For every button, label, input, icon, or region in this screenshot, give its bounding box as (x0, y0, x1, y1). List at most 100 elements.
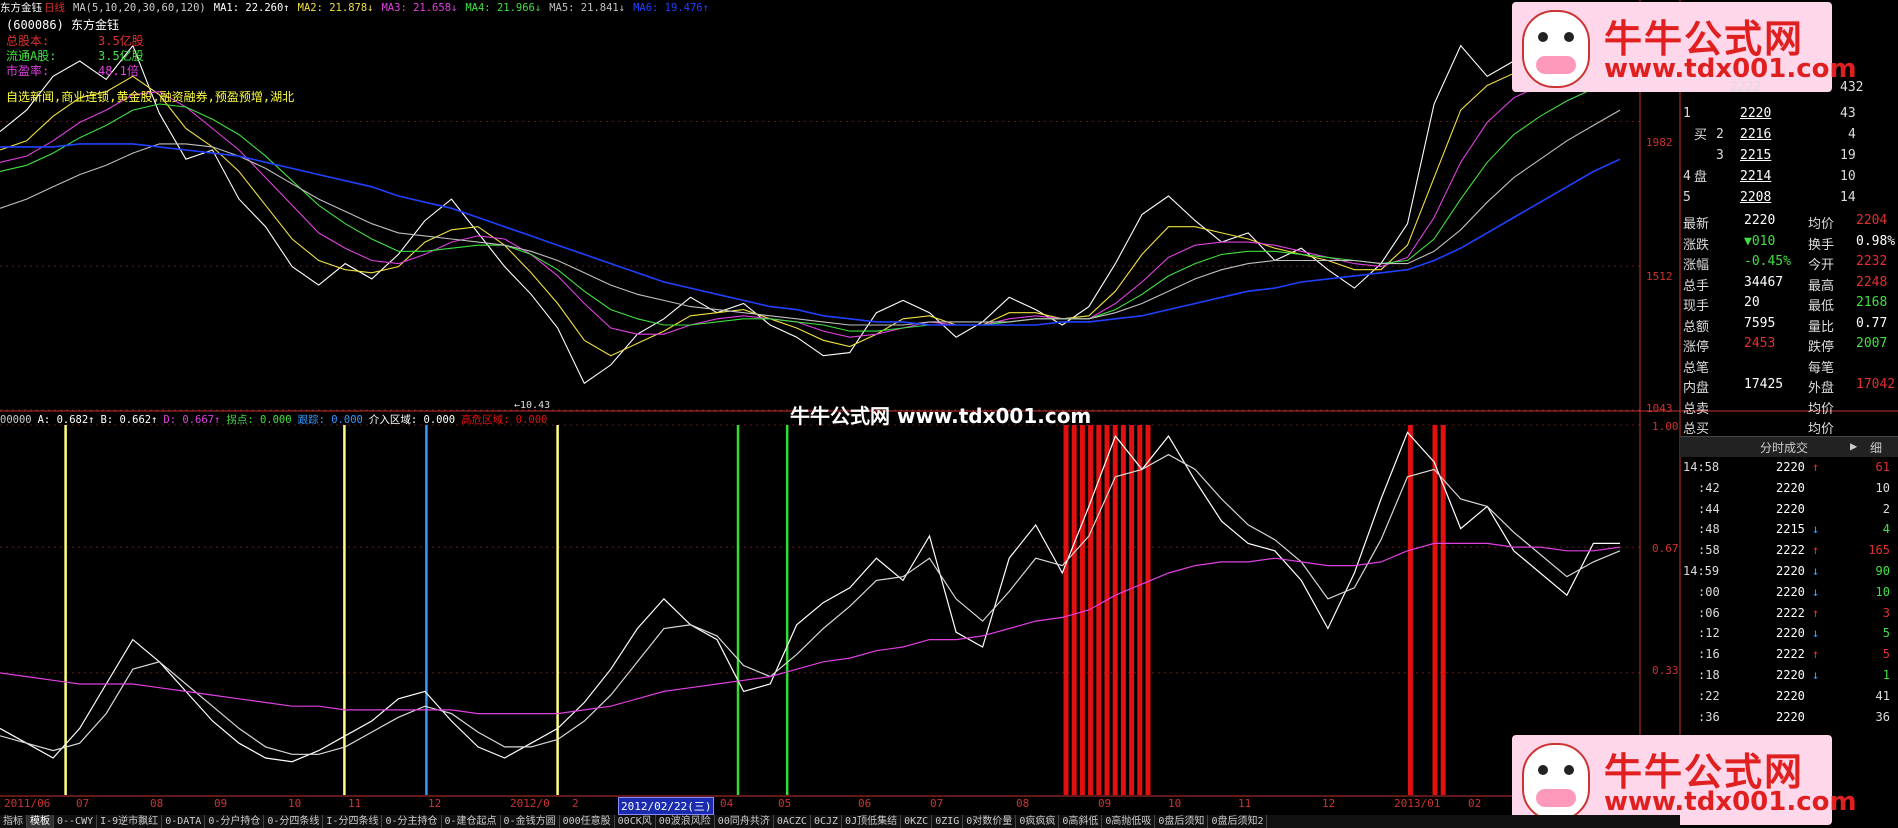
stat-value: 2232 (1856, 254, 1888, 269)
quote-panel: 2222 432 买 盘 1 2220 43 2 2216 4 3 2215 19 4 221… (1680, 0, 1898, 828)
trade-time: :18 (1698, 668, 1720, 682)
indicator-header: 00000 A: 0.682↑ B: 0.662↑ D: 0.667↑ 拐点: 0.00… (0, 412, 553, 426)
stat-label: 总卖 (1683, 401, 1710, 417)
bid-price[interactable]: 2220 (1740, 106, 1771, 121)
indicator-axis-label: 0.33 (1652, 664, 1679, 677)
tab-item[interactable]: 0-分四条线 (264, 815, 324, 828)
tab-item[interactable]: 0-分户持仓 (205, 815, 265, 828)
trade-price: 2220 (1776, 501, 1805, 516)
arrow-up-icon: ↑ (1812, 460, 1820, 474)
stat-value: ▼010 (1744, 233, 1776, 249)
x-axis-label: 08 (1016, 797, 1030, 810)
stat-value: 2453 (1744, 336, 1776, 351)
tab-item[interactable]: I-9逆市飘红 (97, 815, 163, 828)
info-value: 3.5亿股 (98, 49, 144, 63)
tab-item[interactable]: 0盘后须知2 (1208, 815, 1268, 828)
bid-level: 2 (1716, 127, 1724, 142)
stat-label: 涨跌 (1683, 237, 1710, 253)
ma1-value: MA1: 22.260↑ (213, 2, 290, 14)
indicator-lines (0, 431, 1621, 763)
tab-item[interactable]: 0盘后须知 (1155, 815, 1209, 828)
tab-item[interactable]: 000任意股 (560, 815, 615, 828)
arrow-up-icon: ↑ (1812, 543, 1820, 558)
tab-item[interactable]: 0ACZC (774, 815, 811, 828)
price-axis-label: 1512 (1646, 270, 1673, 283)
x-axis-label: 10 (288, 797, 302, 810)
tab-item[interactable]: I-分四条线 (323, 815, 383, 828)
trade-vol: 3 (1882, 605, 1890, 620)
tab-item[interactable]: 00同舟共济 (715, 815, 774, 828)
x-axis-label: 12 (1322, 797, 1336, 810)
tab-item[interactable]: 0-建仓起点 (442, 815, 501, 828)
arrow-down-icon: ↓ (1812, 626, 1820, 641)
trade-time: :58 (1698, 543, 1720, 558)
trade-vol: 2 (1882, 501, 1890, 516)
bid-price[interactable]: 2215 (1740, 148, 1771, 163)
trade-time: :12 (1698, 626, 1720, 641)
stat-value: 34467 (1744, 274, 1784, 290)
stat-row: 总卖 均价 (1680, 398, 1898, 418)
trade-time: 14:58 (1683, 460, 1720, 474)
low-price-marker: ←10.43 (514, 400, 551, 411)
stat-label: 均价 (1808, 217, 1835, 232)
stat-label: 今开 (1808, 258, 1835, 273)
tab-item[interactable]: 0--CWY (54, 815, 98, 828)
tab-item[interactable]: 0-DATA (162, 815, 206, 828)
period-label[interactable]: 日线 (44, 2, 65, 14)
stat-value: 20 (1744, 295, 1760, 310)
info-row: 市盈率: 48.1倍 (6, 62, 139, 79)
indicator-a: A: 0.682↑ (37, 414, 95, 426)
tab-item[interactable]: 0高斜低 (1059, 815, 1103, 828)
tab-item[interactable]: 0KZC (901, 815, 933, 828)
bid-price[interactable]: 2216 (1740, 127, 1771, 142)
tab-item[interactable]: 0疯疯疯 (1016, 815, 1060, 828)
trade-vol: 90 (1875, 564, 1890, 578)
trades-header-label: 分时成交 (1760, 441, 1809, 455)
stat-row: 总手 34467 最高 2248 (1680, 275, 1898, 295)
stat-value: -0.45% (1744, 254, 1791, 269)
trade-vol: 1 (1882, 668, 1890, 682)
tab-item[interactable]: 0ZIG (932, 815, 964, 828)
trade-row: :36 2220 36 (1680, 710, 1898, 730)
tab-item[interactable]: 0-金钱方圆 (501, 815, 560, 828)
top-vol: 432 (1840, 80, 1864, 95)
trade-time: :22 (1698, 688, 1720, 703)
stat-row: 最新 2220 均价 2204 (1680, 213, 1898, 233)
x-axis-label: 06 (858, 797, 872, 810)
tab-item[interactable]: 00CK风 (615, 815, 656, 828)
tab-item[interactable]: 指标 (0, 815, 27, 828)
tab-item[interactable]: 模板 (27, 815, 54, 828)
center-watermark: 牛牛公式网 www.tdx001.com (790, 404, 1092, 428)
stat-label: 量比 (1808, 319, 1835, 335)
stat-row: 总笔 每笔 (1680, 357, 1898, 377)
trade-vol: 165 (1868, 543, 1890, 558)
indicator-code[interactable]: 00000 (0, 414, 32, 426)
trade-row: 14:59 2220 ↓ 90 (1680, 564, 1898, 584)
stat-label: 总笔 (1683, 360, 1710, 376)
tab-item[interactable]: 0CJZ (811, 815, 843, 828)
stat-label: 换手 (1808, 237, 1835, 253)
trade-price: 2220 (1776, 584, 1805, 599)
bid-level: 3 (1716, 148, 1724, 163)
detail-button[interactable]: 细 (1870, 439, 1882, 456)
bid-price[interactable]: 2214 (1740, 169, 1771, 184)
concept-tags[interactable]: 自选新闻,商业连锁,黄金股,融资融券,预盈预增,湖北 (6, 88, 294, 105)
bid-price[interactable]: 2208 (1740, 190, 1771, 205)
tab-item[interactable]: 00波浪风险 (656, 815, 715, 828)
trade-price: 2220 (1776, 668, 1805, 682)
arrow-down-icon: ↓ (1812, 564, 1820, 578)
tab-item[interactable]: 0对数价量 (963, 815, 1017, 828)
indicator-line-d (0, 542, 1621, 715)
play-icon[interactable]: ▶ (1850, 439, 1857, 453)
ma6-value: MA6: 19.476↑ (633, 2, 709, 14)
stat-row: 现手 20 最低 2168 (1680, 295, 1898, 315)
tab-item[interactable]: 0J顶低集结 (842, 815, 902, 828)
stat-row: 涨跌 ▼010 换手 0.98% (1680, 234, 1898, 254)
tab-item[interactable]: 0高抛低吸 (1102, 815, 1156, 828)
info-value: 48.1倍 (98, 64, 139, 78)
tab-item[interactable]: 0-分主持仓 (382, 815, 442, 828)
stat-label: 每笔 (1808, 360, 1835, 376)
stat-value: 7595 (1744, 315, 1776, 331)
stat-value: 17425 (1744, 377, 1784, 392)
x-axis-label: 2 (572, 797, 579, 810)
